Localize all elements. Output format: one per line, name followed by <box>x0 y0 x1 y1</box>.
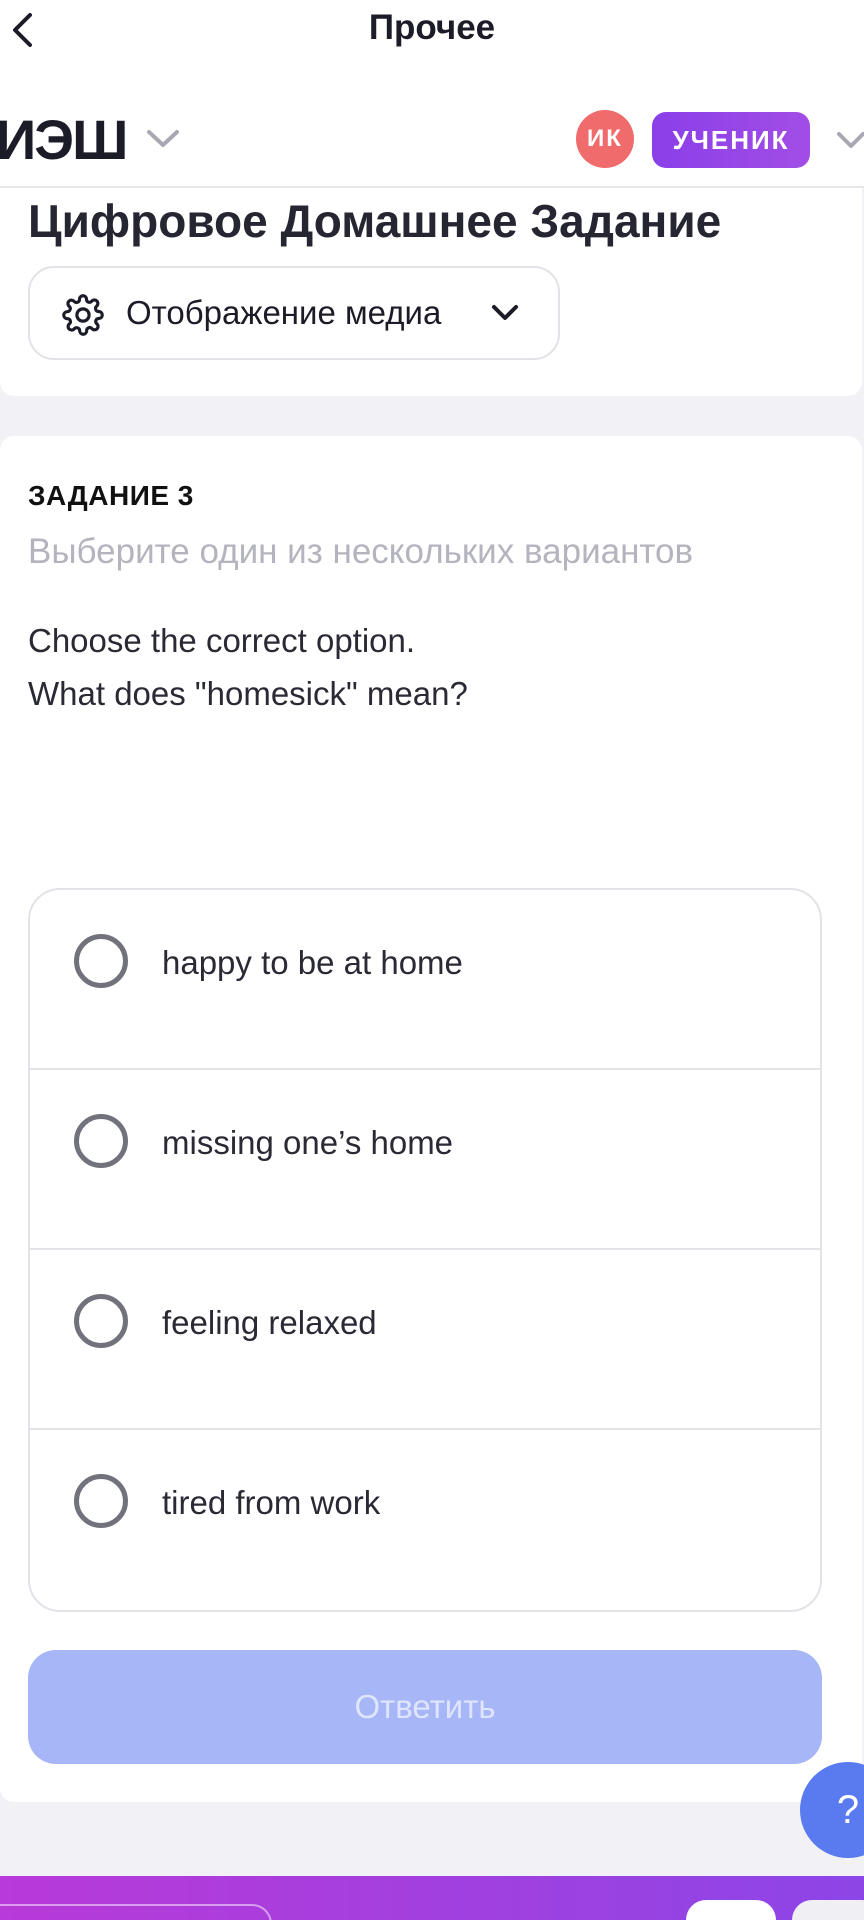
question-text: Choose the correct option. What does "ho… <box>28 614 468 720</box>
chevron-down-icon[interactable] <box>146 128 180 150</box>
task-hint: Выберите один из нескольких вариантов <box>28 532 694 571</box>
chevron-down-icon <box>492 305 518 320</box>
submit-answer-button[interactable]: Ответить <box>28 1650 822 1764</box>
answer-option-label: feeling relaxed <box>162 1304 377 1341</box>
media-display-select[interactable]: Отображение медиа <box>28 266 560 360</box>
gear-icon <box>62 294 104 336</box>
answer-option-label: missing one’s home <box>162 1124 454 1161</box>
question-line: Choose the correct option. <box>28 622 416 659</box>
answer-options: happy to be at home missing one’s home f… <box>28 888 822 1612</box>
radio-button[interactable] <box>74 1294 128 1348</box>
answer-option-label: tired from work <box>162 1484 381 1521</box>
answer-option[interactable]: tired from work <box>30 1430 820 1610</box>
bottom-bar-button[interactable] <box>686 1900 776 1920</box>
avatar[interactable]: ИК <box>576 110 634 168</box>
answer-option[interactable]: happy to be at home <box>30 890 820 1070</box>
answer-option[interactable]: feeling relaxed <box>30 1250 820 1430</box>
role-badge[interactable]: УЧЕНИК <box>652 112 810 168</box>
chevron-down-icon[interactable] <box>836 130 864 152</box>
bottom-navigation-bar <box>0 1876 864 1920</box>
app-header: ИЭШ ИК УЧЕНИК <box>0 62 864 188</box>
bottom-bar-pill[interactable] <box>0 1904 272 1920</box>
media-display-label: Отображение медиа <box>126 294 442 331</box>
radio-button[interactable] <box>74 934 128 988</box>
page-title: Цифровое Домашнее Задание <box>28 195 722 247</box>
homework-header-card: Цифровое Домашнее Задание Отображение ме… <box>0 188 862 396</box>
screen-title: Прочее <box>368 8 496 47</box>
answer-option[interactable]: missing one’s home <box>30 1070 820 1250</box>
top-navigation-bar: Прочее <box>0 0 864 62</box>
task-number: ЗАДАНИЕ 3 <box>28 480 194 511</box>
radio-button[interactable] <box>74 1114 128 1168</box>
task-card: ЗАДАНИЕ 3 Выберите один из нескольких ва… <box>0 436 862 1802</box>
app-logo[interactable]: ИЭШ <box>0 112 128 168</box>
radio-button[interactable] <box>74 1474 128 1528</box>
answer-option-label: happy to be at home <box>162 944 463 981</box>
question-line: What does "homesick" mean? <box>28 675 468 712</box>
bottom-bar-button[interactable] <box>792 1900 864 1920</box>
